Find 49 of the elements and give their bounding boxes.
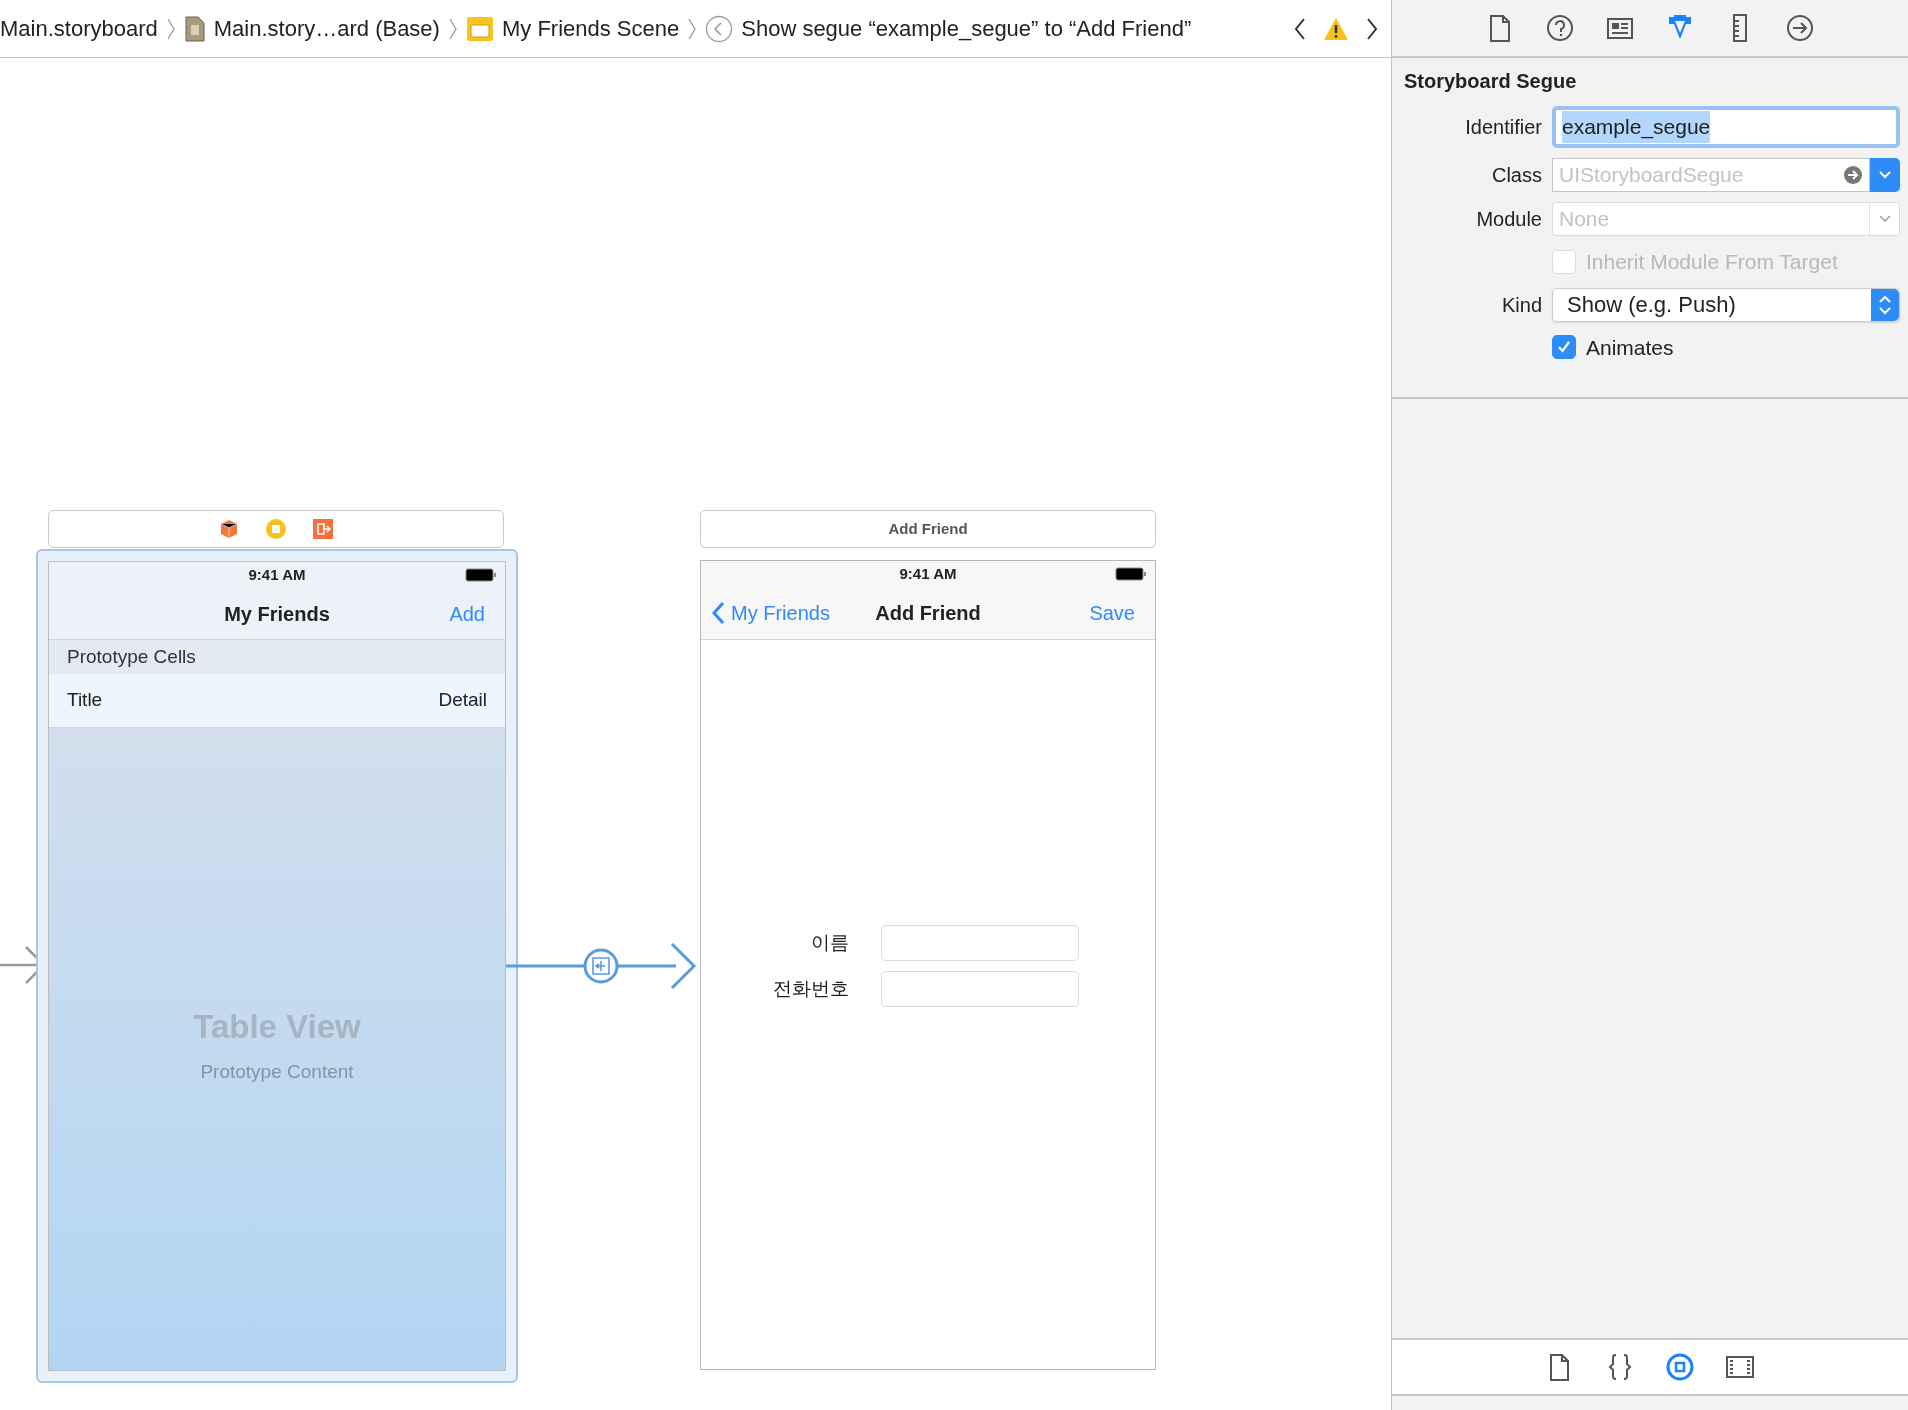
checkmark-icon	[1556, 339, 1572, 356]
scene-icon	[465, 15, 494, 42]
battery-icon	[465, 568, 497, 582]
placeholder-subtitle: Prototype Content	[200, 1059, 354, 1084]
kind-select[interactable]: Show (e.g. Push)	[1552, 287, 1900, 322]
battery-icon	[1115, 567, 1147, 581]
warning-icon[interactable]	[1323, 16, 1349, 41]
object-icon[interactable]	[1665, 1352, 1695, 1382]
identifier-field[interactable]: example_segue	[1552, 106, 1900, 148]
nav-title: Add Friend	[875, 601, 981, 626]
cell-title: Title	[67, 688, 103, 713]
breadcrumb-item[interactable]: Main.story…ard (Base)	[213, 12, 440, 45]
chevron-icon	[165, 16, 176, 41]
chevron-icon	[687, 16, 698, 41]
exit-icon[interactable]	[313, 519, 333, 539]
breadcrumb-item[interactable]: Show segue “example_segue” to “Add Friend”	[741, 12, 1192, 45]
arrow-circle-icon[interactable]	[1843, 165, 1863, 185]
text-field[interactable]	[881, 971, 1079, 1007]
field-label: 전화번호	[772, 976, 849, 1001]
scene-title: Add Friend	[888, 518, 968, 539]
status-time: 9:41 AM	[899, 563, 957, 584]
nav-title: My Friends	[224, 601, 330, 627]
field-label: Class	[1491, 163, 1542, 188]
field-label: 이름	[810, 930, 849, 955]
breadcrumb-item[interactable]: My Friends Scene	[501, 12, 680, 45]
checkbox-label: Inherit Module From Target	[1586, 249, 1838, 275]
breadcrumb-item[interactable]: Main.storyboard	[0, 12, 158, 45]
chevron-down-icon	[1877, 214, 1892, 224]
status-time: 9:41 AM	[248, 564, 306, 585]
help-icon[interactable]	[1546, 13, 1574, 43]
checkbox[interactable]	[1552, 335, 1576, 360]
field-label: Kind	[1500, 292, 1542, 318]
field-label: Module	[1475, 207, 1542, 232]
checkbox-label: Animates	[1586, 334, 1674, 361]
section-header: Prototype Cells	[67, 644, 196, 669]
field-label: Identifier	[1464, 115, 1542, 140]
chevron-icon	[447, 16, 458, 41]
back-circle-icon	[705, 14, 734, 43]
dropdown-button[interactable]	[1870, 158, 1900, 192]
cube-icon[interactable]	[219, 519, 239, 539]
arrow-circle-icon[interactable]	[1786, 13, 1814, 43]
chevron-down-icon	[1878, 170, 1892, 180]
document-icon	[183, 15, 206, 42]
scene-frame[interactable]: 9:41 AM My Friends Add Friend Save 이름 전화번호	[700, 560, 1156, 1370]
text-field[interactable]	[881, 925, 1079, 961]
section-title: Storyboard Segue	[1403, 69, 1578, 94]
back-chevron-icon	[711, 601, 725, 625]
up-down-chevron-icon	[1878, 293, 1892, 316]
cell-detail: Detail	[438, 688, 487, 713]
